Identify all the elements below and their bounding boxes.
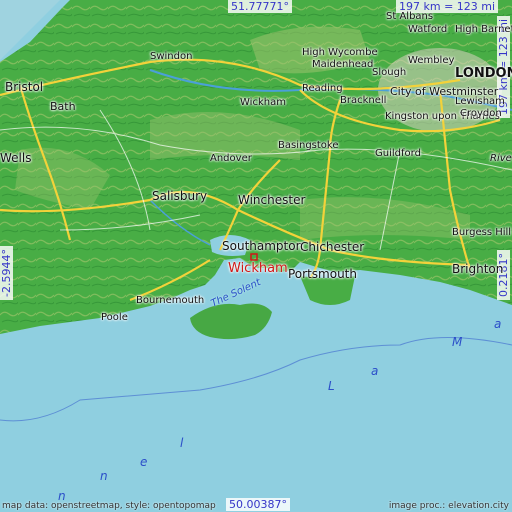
map-credit: map data: openstreetmap, style: opentopo… [2,501,216,511]
sea-letter: a [371,364,379,378]
image-credit: image proc.: elevation.city [388,501,509,511]
sea-letter: M [452,335,463,349]
sea-letter: e [140,455,148,469]
place-bath: Bath [50,100,76,113]
place-river: Rive [490,153,512,164]
place-london: LONDON [455,66,512,81]
place-lewisham: Lewisham [455,96,505,107]
latitude-south-label: 50.00387° [226,498,290,511]
place-andover: Andover [210,153,252,164]
highlighted-place-label[interactable]: Wickham [228,262,288,275]
place-high-barnet: High Barnet [455,24,512,35]
place-croydon: Croydon [460,108,502,119]
place-burgess-hill: Burgess Hill [452,227,512,238]
place-guildford: Guildford [375,148,421,159]
place-bournemouth: Bournemouth [136,295,205,306]
topographic-map[interactable]: 51.77771° 197 km = 123 mi 197 km = 123 m… [0,0,512,512]
place-maidenhead: Maidenhead [312,59,374,70]
place-southampton: Southampton [222,239,304,253]
place-st-albans: St Albans [386,11,434,22]
place-portsmouth: Portsmouth [288,267,357,281]
place-bristol: Bristol [5,80,44,94]
place-swindon: Swindon [150,51,193,62]
sea-letter: L [328,379,335,393]
place-brighton: Brighton [452,262,504,276]
place-basingstoke: Basingstoke [278,140,339,151]
place-wembley: Wembley [408,55,455,66]
place-salisbury: Salisbury [152,189,208,203]
place-wickham-north: Wickham [240,97,286,108]
longitude-west-label: -2.5944° [0,246,13,300]
place-wells: Wells [0,151,32,165]
sea-letter: n [100,469,108,483]
place-winchester: Winchester [238,193,306,207]
place-reading: Reading [302,83,343,94]
sea-letter: l [180,436,184,450]
sea-letter: a [494,317,502,331]
place-slough: Slough [372,67,407,78]
place-poole: Poole [101,312,128,323]
place-high-wycombe: High Wycombe [302,47,378,58]
map-graphic [0,0,512,512]
place-bracknell: Bracknell [340,95,387,106]
place-watford: Watford [408,24,448,35]
place-chichester: Chichester [300,240,365,254]
latitude-north-label: 51.77771° [228,0,292,13]
